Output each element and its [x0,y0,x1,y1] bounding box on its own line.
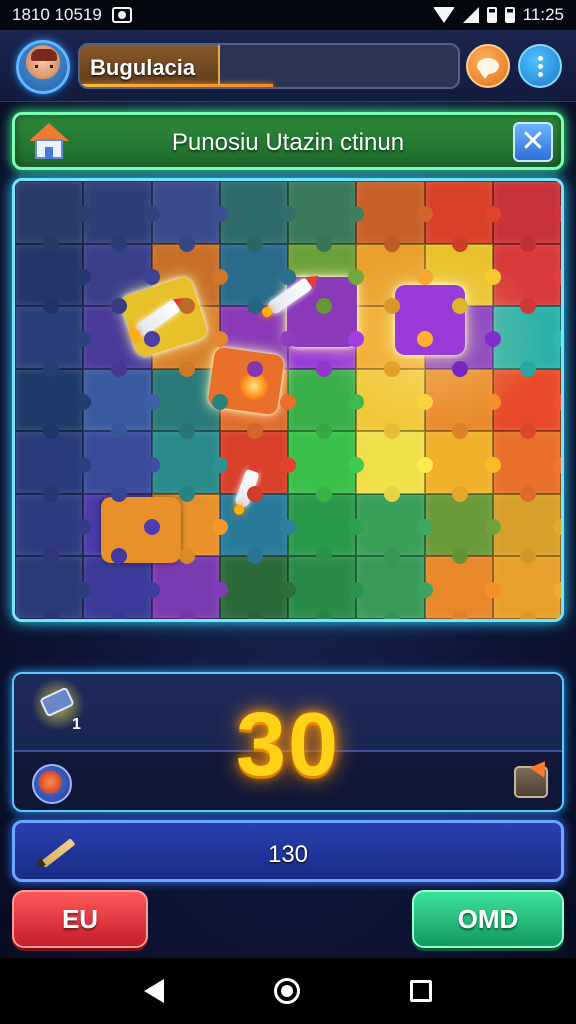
puzzle-piece[interactable] [424,431,493,494]
puzzle-piece[interactable] [151,556,220,619]
top-bar: Bugulacia [0,30,576,102]
right-action-button[interactable]: OMD [412,890,564,948]
system-nav-bar [0,958,576,1024]
puzzle-piece[interactable] [492,431,561,494]
avatar-eyes [35,65,53,68]
signal-icon [462,7,479,23]
puzzle-piece[interactable] [492,493,561,557]
puzzle-piece[interactable] [356,431,425,494]
puzzle-piece[interactable] [15,493,84,557]
puzzle-board[interactable] [12,178,564,622]
close-icon: ✕ [520,125,546,158]
home-icon[interactable] [274,978,300,1004]
puzzle-piece[interactable] [288,493,357,557]
puzzle-piece[interactable] [356,181,425,244]
chat-button[interactable] [466,44,510,88]
puzzle-piece[interactable] [15,556,84,619]
more-vertical-icon [537,55,543,77]
puzzle-piece[interactable] [83,431,152,494]
puzzle-piece[interactable] [151,431,220,494]
puzzle-piece[interactable] [219,493,288,557]
main-score: 30 [235,695,341,795]
puzzle-piece[interactable] [356,493,425,557]
puzzle-grid [15,181,561,619]
left-action-label: EU [61,903,99,934]
puzzle-piece[interactable] [15,181,84,244]
puzzle-piece[interactable] [424,368,493,432]
player-name-bar: Bugulacia [78,43,460,89]
status-time: 11:25 [522,5,564,24]
puzzle-piece[interactable] [356,556,425,619]
puzzle-piece[interactable] [83,556,152,619]
game-screen: 1810 10519 11:25 Bugulacia Punosiu Utazi… [0,0,576,1024]
avatar[interactable] [16,40,70,94]
puzzle-piece[interactable] [492,243,561,307]
recent-apps-icon[interactable] [410,980,432,1002]
puzzle-piece[interactable] [288,556,357,619]
count-bar[interactable]: 130 [12,820,564,882]
puzzle-piece[interactable] [151,181,220,244]
puzzle-piece[interactable] [15,306,84,369]
more-button[interactable] [518,44,562,88]
puzzle-piece[interactable] [219,556,288,619]
puzzle-piece[interactable] [288,368,357,432]
puzzle-piece[interactable] [356,368,425,432]
banner-title: Punosiu Utazin ctinun [171,129,405,156]
right-action-label: OMD [457,903,519,934]
puzzle-piece[interactable] [424,556,493,619]
camera-icon [111,7,132,23]
puzzle-piece[interactable] [15,368,84,432]
avatar-hair [31,49,57,61]
puzzle-piece[interactable] [492,306,561,369]
title-banner: Punosiu Utazin ctinun ✕ [12,112,564,170]
back-icon[interactable] [144,979,164,1003]
battery-icon [486,7,497,23]
puzzle-piece[interactable] [83,368,152,432]
status-text: 1810 10519 [12,5,102,24]
puzzle-piece[interactable] [288,431,357,494]
puzzle-piece[interactable] [288,181,357,244]
chat-bubble-icon [477,58,499,79]
left-action-button[interactable]: EU [12,890,148,948]
close-button[interactable]: ✕ [513,122,553,162]
puzzle-piece[interactable] [492,368,561,432]
puzzle-piece[interactable] [83,181,152,244]
status-bar: 1810 10519 11:25 [0,0,576,30]
puzzle-piece[interactable] [15,243,84,307]
puzzle-piece[interactable] [15,431,84,494]
puzzle-piece[interactable] [219,181,288,244]
wifi-icon [432,7,455,23]
count-value: 130 [267,841,309,868]
score-panel: 1 30 [12,672,564,812]
player-name: Bugulacia [90,55,196,80]
puzzle-piece[interactable] [492,556,561,619]
puzzle-piece[interactable] [492,181,561,244]
puzzle-piece[interactable] [424,493,493,557]
battery-icon-secondary [504,7,515,23]
player-progress-line [80,84,273,87]
puzzle-piece[interactable] [424,181,493,244]
